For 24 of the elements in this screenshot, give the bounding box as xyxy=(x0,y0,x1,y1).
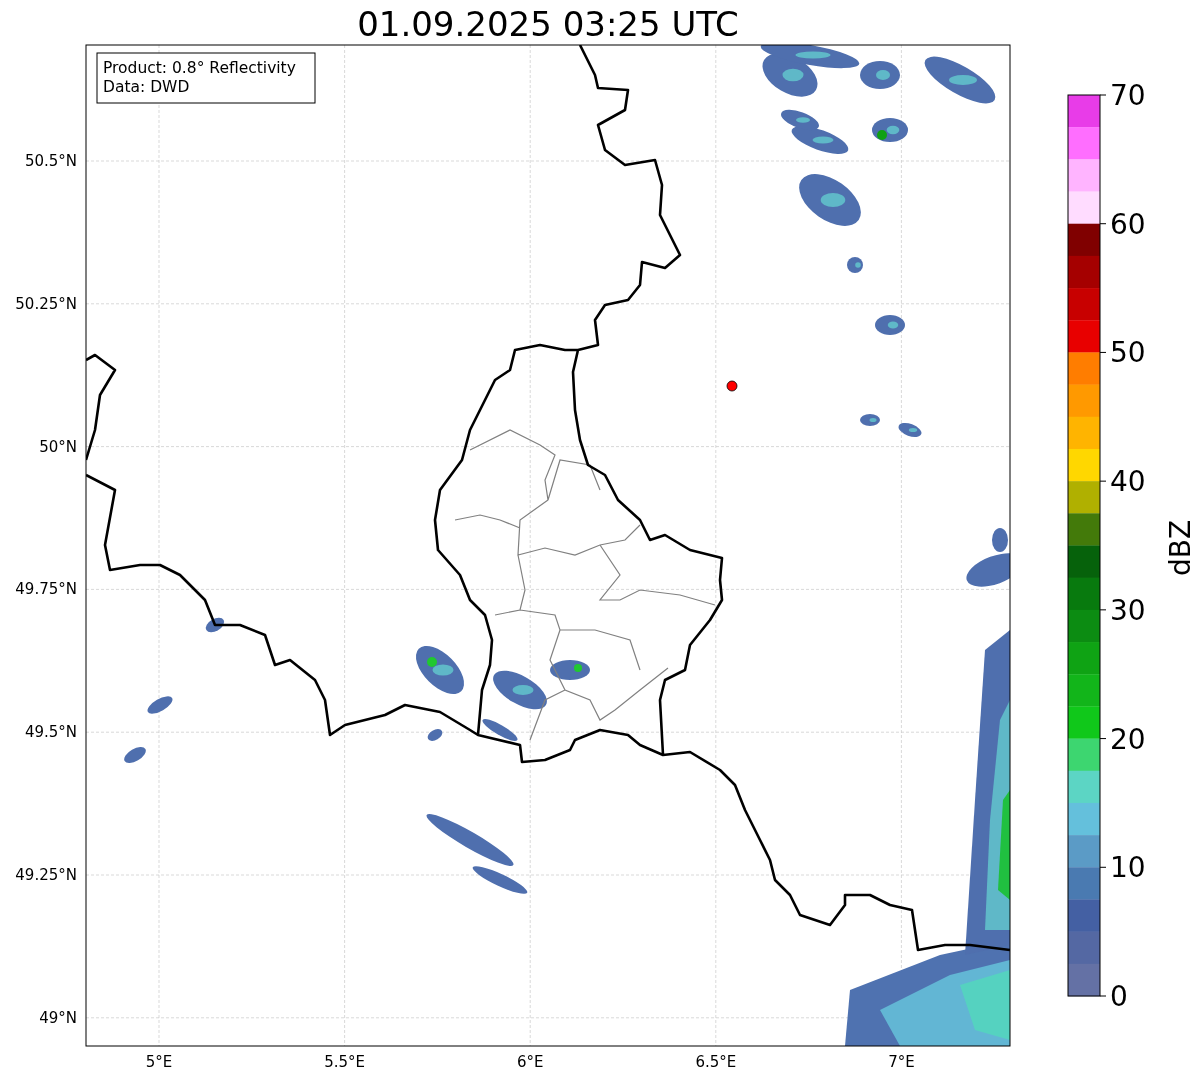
latitude-label: 50°N xyxy=(39,437,77,456)
longitude-label: 6.5°E xyxy=(695,1053,737,1071)
colorbar-label: dBZ xyxy=(1164,519,1197,577)
longitude-label: 5°E xyxy=(145,1053,173,1071)
longitude-label: 5.5°E xyxy=(324,1053,365,1071)
latitude-label: 49.75°N xyxy=(15,580,77,599)
chart-title: 01.09.2025 03:25 UTC xyxy=(357,4,739,44)
longitude-label: 7°E xyxy=(888,1053,915,1071)
colorbar-tick-label: 50 xyxy=(1110,336,1146,370)
latitude-label: 49.5°N xyxy=(24,723,77,742)
latitude-label: 50.25°N xyxy=(15,294,77,313)
colorbar-tick-label: 10 xyxy=(1110,851,1146,885)
longitude-label: 6°E xyxy=(516,1053,544,1071)
annotation-text: Product: 0.8° Reflectivity xyxy=(103,59,296,77)
colorbar-tick-label: 70 xyxy=(1110,79,1146,112)
latitude-label: 49.25°N xyxy=(15,866,77,884)
latitude-label: 50.5°N xyxy=(24,152,77,170)
colorbar-tick-label: 60 xyxy=(1110,207,1146,241)
annotation-text: Data: DWD xyxy=(103,78,190,96)
colorbar-tick-label: 40 xyxy=(1110,465,1146,499)
latitude-label: 49°N xyxy=(39,1008,77,1027)
colorbar-tick-label: 0 xyxy=(1110,980,1128,1013)
colorbar-tick-label: 20 xyxy=(1110,722,1146,756)
colorbar-tick-label: 30 xyxy=(1110,593,1146,627)
